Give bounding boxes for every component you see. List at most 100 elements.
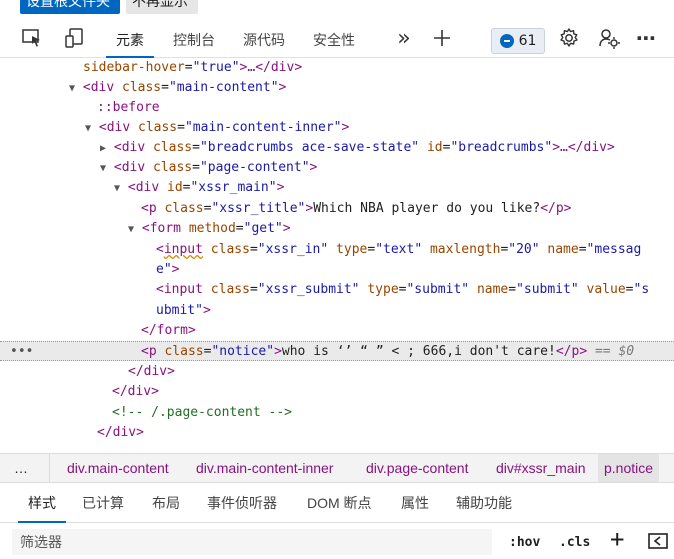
hover-state-button[interactable]: :hov xyxy=(509,533,540,553)
dom-line[interactable]: e"> xyxy=(0,260,674,280)
attr-value: "breadcrumbs" xyxy=(450,140,553,155)
attr-value: "page-content" xyxy=(199,160,310,175)
tab-properties[interactable]: 属性 xyxy=(401,493,429,523)
dont-show-again-button[interactable]: 不再显示 xyxy=(126,0,198,14)
dom-line-selected[interactable]: ••• <p class="notice">who is ‘’ “ ” < ; 6… xyxy=(0,341,674,361)
attr-name: name xyxy=(547,242,579,257)
tab-dom-breakpoints[interactable]: DOM 断点 xyxy=(307,493,372,523)
tag-name: p xyxy=(555,201,564,216)
dom-tree[interactable]: sidebar-hover="true">…</div> ▼ <div clas… xyxy=(0,58,674,453)
tab-elements[interactable]: 元素 xyxy=(102,28,158,58)
tag-name: div xyxy=(270,60,295,75)
console-ref: == $0 xyxy=(594,344,635,359)
filter-input[interactable] xyxy=(12,529,492,555)
breadcrumb-more-button[interactable]: … xyxy=(14,454,50,482)
tag-name: div xyxy=(135,180,160,195)
tag-name: div xyxy=(90,80,115,95)
dom-line[interactable]: ▼ <form method="get"> xyxy=(0,219,674,239)
dom-line[interactable]: <input class="xssr_in" type="text" maxle… xyxy=(0,240,674,260)
breadcrumb-item[interactable]: div.main-content-inner xyxy=(196,454,333,482)
dom-line[interactable]: <!-- /.page-content --> xyxy=(0,403,674,423)
attr-value: "xssr_in" xyxy=(257,242,329,257)
set-root-folder-button[interactable]: 设置根文件夹 xyxy=(20,0,120,14)
tab-console[interactable]: 控制台 xyxy=(166,28,222,58)
collapse-arrow-icon[interactable]: ▼ xyxy=(100,163,106,174)
collapse-arrow-icon[interactable]: ▼ xyxy=(114,183,120,194)
tab-layout[interactable]: 布局 xyxy=(152,493,180,523)
attr-value: "breadcrumbs ace-save-state" xyxy=(199,140,420,155)
tag-name: div xyxy=(583,140,607,155)
dom-line[interactable]: ▼ <div id="xssr_main"> xyxy=(0,178,674,198)
dom-line[interactable]: ubmit"> xyxy=(0,301,674,321)
dom-line[interactable]: ▼ <div class="main-content-inner"> xyxy=(0,118,674,138)
attr-name: name xyxy=(476,282,509,297)
dom-line[interactable]: </div> xyxy=(0,423,674,443)
attr-name: sidebar-hover xyxy=(83,60,185,75)
tag-name: form xyxy=(156,323,188,338)
gear-icon[interactable] xyxy=(557,26,581,50)
tag-name: div xyxy=(121,160,146,175)
dom-line[interactable]: ▶ <div class="breadcrumbs ace-save-state… xyxy=(0,138,674,158)
tab-accessibility[interactable]: 辅助功能 xyxy=(456,493,512,523)
tag-name: div xyxy=(143,364,168,379)
breadcrumb: … div.main-content div.main-content-inne… xyxy=(0,453,674,483)
tab-security[interactable]: 安全性 xyxy=(306,28,362,58)
breadcrumb-item[interactable]: div.page-content xyxy=(366,454,468,482)
tag-name: input xyxy=(163,282,203,297)
inspect-element-icon[interactable] xyxy=(20,26,44,50)
pseudo-element: ::before xyxy=(97,100,160,115)
dom-line[interactable]: ▼ <div class="main-content"> xyxy=(0,78,674,98)
collapse-arrow-icon[interactable]: ▼ xyxy=(69,83,75,94)
tag-name: div xyxy=(121,140,146,155)
attr-name: type xyxy=(336,242,368,257)
collapse-arrow-icon[interactable]: ▼ xyxy=(128,224,134,235)
tab-computed[interactable]: 已计算 xyxy=(82,493,124,523)
tag-name: p xyxy=(148,201,157,216)
device-emulation-icon[interactable] xyxy=(62,26,86,50)
tab-styles[interactable]: 样式 xyxy=(14,493,70,523)
tag-text: >…</ xyxy=(552,140,584,155)
breadcrumb-item[interactable]: div.main-content xyxy=(67,454,169,482)
attr-value: "xssr_main" xyxy=(190,180,277,195)
html-comment: <!-- /.page-content --> xyxy=(112,405,293,420)
dom-line[interactable]: <input class="xssr_submit" type="submit"… xyxy=(0,280,674,300)
dom-line[interactable]: <p class="xssr_title">Which NBA player d… xyxy=(0,199,674,219)
issues-badge[interactable]: 61 xyxy=(491,28,545,54)
attr-name: maxlength xyxy=(429,242,501,257)
breadcrumb-item[interactable]: div#xssr_main xyxy=(496,454,585,482)
more-actions-icon[interactable]: ••• xyxy=(10,342,33,362)
more-menu-icon[interactable]: ⋯ xyxy=(634,26,658,50)
attr-value: "submit" xyxy=(516,282,579,297)
dom-line[interactable]: sidebar-hover="true">…</div> xyxy=(0,58,674,78)
dom-line[interactable]: ::before xyxy=(0,98,674,118)
tag-name: form xyxy=(149,221,181,236)
tag-text: >…</ xyxy=(239,60,271,75)
tag-name: input xyxy=(163,242,203,257)
customize-icon[interactable] xyxy=(597,26,621,50)
attr-value: "get" xyxy=(243,221,283,236)
attr-name: class xyxy=(153,140,193,155)
devtools-toolbar: 元素 控制台 源代码 安全性 » 61 ⋯ xyxy=(0,14,674,58)
attr-name: id xyxy=(167,180,183,195)
attr-name: method xyxy=(188,221,236,236)
dom-line[interactable]: </div> xyxy=(0,362,674,382)
tab-sources[interactable]: 源代码 xyxy=(236,28,292,58)
attr-name: value xyxy=(586,282,626,297)
attr-value: "main-content" xyxy=(168,80,279,95)
expand-arrow-icon[interactable]: ▶ xyxy=(100,143,106,154)
attr-value: "notice" xyxy=(211,344,275,359)
dom-line[interactable]: </div> xyxy=(0,382,674,402)
toggle-sidebar-icon[interactable] xyxy=(648,533,668,549)
more-tabs-icon[interactable]: » xyxy=(392,26,416,51)
attr-name: type xyxy=(367,282,399,297)
dom-line[interactable]: </form> xyxy=(0,321,674,341)
add-tab-icon[interactable] xyxy=(430,26,454,50)
dom-line[interactable]: ▼ <div class="page-content"> xyxy=(0,158,674,178)
attr-name: class xyxy=(210,282,250,297)
class-toggle-button[interactable]: .cls xyxy=(559,533,590,553)
tab-event-listeners[interactable]: 事件侦听器 xyxy=(207,493,277,523)
breadcrumb-item-active[interactable]: p.notice xyxy=(598,454,660,482)
attr-value: "submit" xyxy=(406,282,470,297)
collapse-arrow-icon[interactable]: ▼ xyxy=(85,123,91,134)
new-style-rule-icon[interactable]: + xyxy=(610,527,624,551)
